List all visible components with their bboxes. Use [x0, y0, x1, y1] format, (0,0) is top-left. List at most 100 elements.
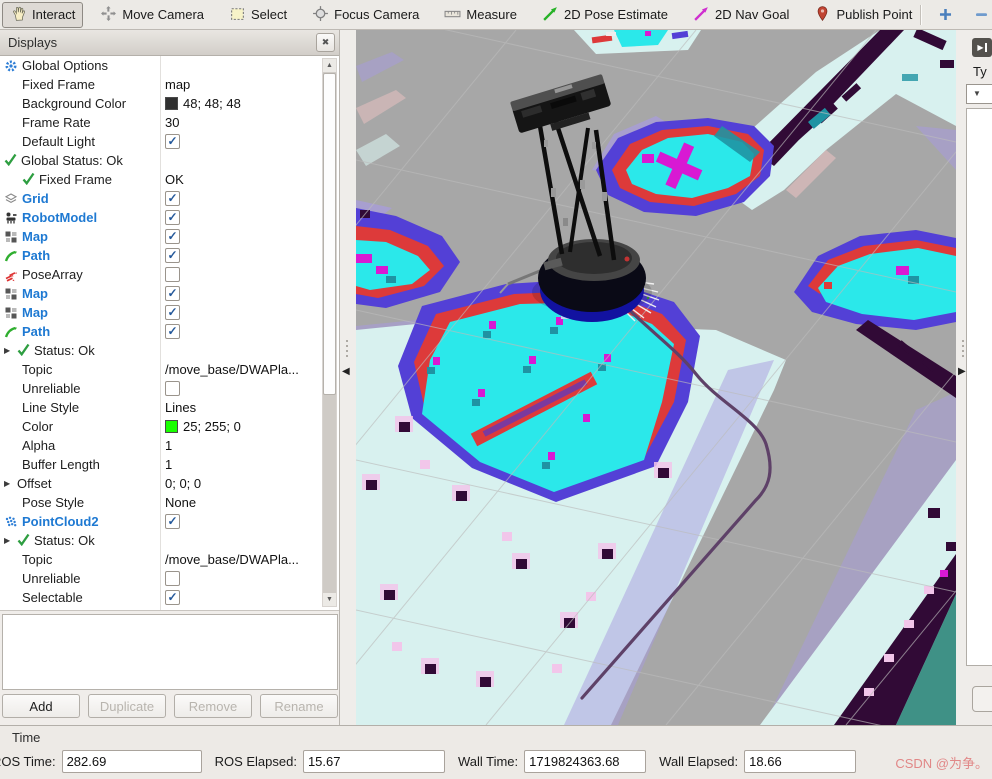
toolbar-item-select[interactable]: Select — [221, 2, 295, 28]
display-row-path[interactable]: Path✓ — [0, 246, 339, 265]
expander-icon[interactable]: ▶ — [4, 536, 17, 545]
views-bottom-button[interactable] — [972, 686, 992, 712]
toolbar-item-2d-pose-estimate[interactable]: 2D Pose Estimate — [534, 2, 676, 28]
toolbar-item-measure[interactable]: Measure — [436, 2, 525, 28]
display-row-selectable[interactable]: Selectable✓ — [0, 588, 339, 607]
toolbar-item-interact[interactable]: Interact — [2, 2, 83, 28]
display-row-global-options[interactable]: Global Options — [0, 56, 339, 75]
property-value[interactable]: /move_base/DWAPla... — [160, 362, 339, 377]
toolbar-item-move-camera[interactable]: Move Camera — [92, 2, 212, 28]
panel-detach-icon[interactable]: ▶ — [972, 38, 992, 57]
display-row-grid[interactable]: Grid✓ — [0, 189, 339, 208]
checkbox-unchecked[interactable] — [165, 571, 180, 586]
display-row-robotmodel[interactable]: RobotModel✓ — [0, 208, 339, 227]
checkbox-checked[interactable]: ✓ — [165, 324, 180, 339]
3d-viewport[interactable] — [356, 30, 956, 725]
scroll-down-icon[interactable]: ▼ — [323, 593, 336, 606]
checkbox-checked[interactable]: ✓ — [165, 248, 180, 263]
property-value[interactable]: None — [160, 495, 339, 510]
property-value[interactable] — [160, 571, 339, 586]
property-value[interactable]: ✓ — [160, 286, 339, 301]
property-value[interactable]: 30 — [160, 115, 339, 130]
displays-property-tree[interactable]: Global OptionsFixed FramemapBackground C… — [0, 56, 339, 611]
remove-tool-minus-button[interactable]: ▾ — [969, 3, 992, 27]
checkbox-checked[interactable]: ✓ — [165, 305, 180, 320]
display-row-global-status-ok[interactable]: Global Status: Ok — [0, 151, 339, 170]
display-row-default-light[interactable]: Default Light✓ — [0, 132, 339, 151]
property-value[interactable]: /move_base/DWAPla... — [160, 552, 339, 567]
checkbox-checked[interactable]: ✓ — [165, 286, 180, 301]
property-value[interactable]: ✓ — [160, 191, 339, 206]
rename-button[interactable]: Rename — [260, 694, 338, 718]
property-value[interactable]: 0; 0; 0 — [160, 476, 339, 491]
checkbox-checked[interactable]: ✓ — [165, 229, 180, 244]
display-row-fixed-frame[interactable]: Fixed FrameOK — [0, 170, 339, 189]
display-row-buffer-length[interactable]: Buffer Length1 — [0, 455, 339, 474]
display-row-fixed-frame[interactable]: Fixed Framemap — [0, 75, 339, 94]
display-row-map[interactable]: Map✓ — [0, 227, 339, 246]
display-row-path[interactable]: Path✓ — [0, 322, 339, 341]
color-swatch[interactable] — [165, 97, 178, 110]
property-value[interactable]: ✓ — [160, 305, 339, 320]
add-tool-plus-button[interactable] — [933, 3, 957, 27]
display-row-alpha[interactable]: Alpha1 — [0, 436, 339, 455]
display-row-pose-style[interactable]: Pose StyleNone — [0, 493, 339, 512]
property-value[interactable]: map — [160, 77, 339, 92]
display-row-unreliable[interactable]: Unreliable — [0, 569, 339, 588]
property-value[interactable]: 48; 48; 48 — [160, 96, 339, 111]
property-value[interactable]: ✓ — [160, 590, 339, 605]
views-type-dropdown[interactable]: ▼ — [966, 84, 992, 104]
expander-icon[interactable]: ▶ — [4, 346, 17, 355]
property-value[interactable]: ✓ — [160, 134, 339, 149]
views-list[interactable] — [966, 108, 992, 666]
display-row-map[interactable]: Map✓ — [0, 303, 339, 322]
display-row-unreliable[interactable]: Unreliable — [0, 379, 339, 398]
checkbox-checked[interactable]: ✓ — [165, 191, 180, 206]
property-value[interactable]: 25; 255; 0 — [160, 419, 339, 434]
color-swatch[interactable] — [165, 420, 178, 433]
time-field-input[interactable] — [303, 750, 445, 773]
checkbox-unchecked[interactable] — [165, 381, 180, 396]
toolbar-item-publish-point[interactable]: Publish Point — [806, 2, 920, 28]
display-row-offset[interactable]: ▶Offset0; 0; 0 — [0, 474, 339, 493]
display-row-pointcloud2[interactable]: PointCloud2✓ — [0, 512, 339, 531]
duplicate-button[interactable]: Duplicate — [88, 694, 166, 718]
property-value[interactable]: ✓ — [160, 248, 339, 263]
property-value[interactable]: OK — [160, 172, 339, 187]
display-row-line-style[interactable]: Line StyleLines — [0, 398, 339, 417]
display-row-posearray[interactable]: PoseArray — [0, 265, 339, 284]
property-value[interactable]: 1 — [160, 438, 339, 453]
toolbar-item-2d-nav-goal[interactable]: 2D Nav Goal — [685, 2, 797, 28]
time-field-input[interactable] — [524, 750, 646, 773]
checkbox-checked[interactable]: ✓ — [165, 590, 180, 605]
property-value[interactable] — [160, 381, 339, 396]
property-value[interactable]: ✓ — [160, 324, 339, 339]
left-panel-splitter[interactable]: ◀ — [340, 30, 356, 725]
display-row-topic[interactable]: Topic/move_base/DWAPla... — [0, 360, 339, 379]
checkbox-checked[interactable]: ✓ — [165, 134, 180, 149]
display-row-topic[interactable]: Topic/move_base/DWAPla... — [0, 550, 339, 569]
remove-button[interactable]: Remove — [174, 694, 252, 718]
property-value[interactable] — [160, 267, 339, 282]
display-row-color[interactable]: Color25; 255; 0 — [0, 417, 339, 436]
tree-scrollbar[interactable]: ▲ ▼ — [322, 58, 337, 607]
displays-panel-header[interactable]: Displays ✖ — [0, 30, 339, 56]
display-row-map[interactable]: Map✓ — [0, 284, 339, 303]
add-button[interactable]: Add — [2, 694, 80, 718]
time-field-input[interactable] — [62, 750, 202, 773]
display-row-status-ok[interactable]: ▶Status: Ok — [0, 341, 339, 360]
scrollbar-thumb[interactable] — [323, 73, 336, 395]
collapse-right-icon[interactable]: ▶ — [958, 366, 966, 377]
display-row-background-color[interactable]: Background Color48; 48; 48 — [0, 94, 339, 113]
property-value[interactable]: 1 — [160, 457, 339, 472]
scroll-up-icon[interactable]: ▲ — [323, 59, 336, 72]
close-icon[interactable]: ✖ — [316, 33, 335, 52]
collapse-left-icon[interactable]: ◀ — [342, 366, 350, 377]
checkbox-checked[interactable]: ✓ — [165, 210, 180, 225]
toolbar-item-focus-camera[interactable]: Focus Camera — [304, 2, 427, 28]
display-row-frame-rate[interactable]: Frame Rate30 — [0, 113, 339, 132]
expander-icon[interactable]: ▶ — [4, 479, 17, 488]
display-row-status-ok[interactable]: ▶Status: Ok — [0, 531, 339, 550]
property-value[interactable]: ✓ — [160, 229, 339, 244]
property-value[interactable]: ✓ — [160, 514, 339, 529]
